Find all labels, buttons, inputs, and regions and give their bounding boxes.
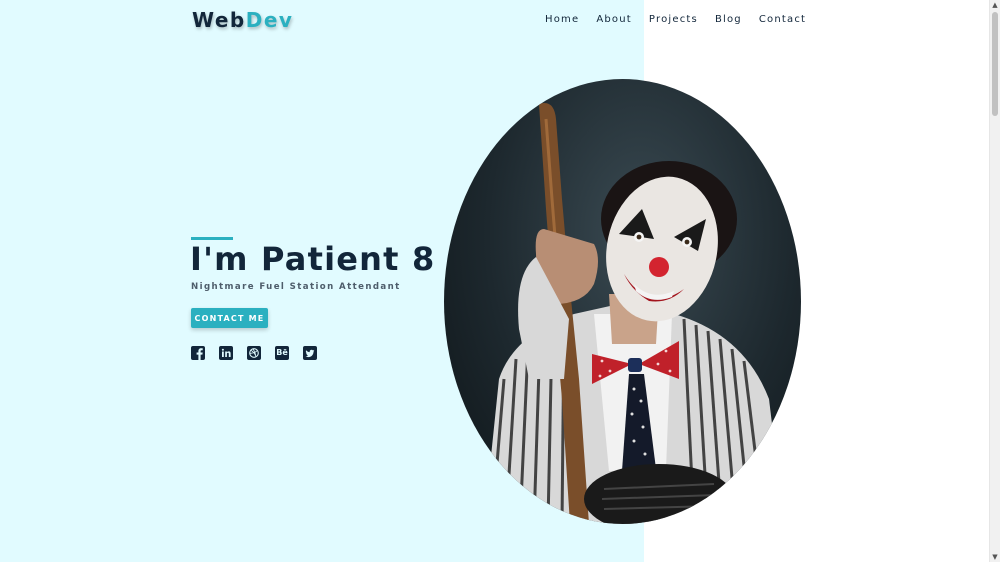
- scroll-down-icon[interactable]: ▼: [990, 552, 1000, 562]
- vertical-scrollbar[interactable]: ▲ ▼: [989, 0, 1000, 562]
- main-nav: Home About Projects Blog Contact: [545, 14, 806, 25]
- nav-blog[interactable]: Blog: [715, 14, 742, 25]
- hero-title: I'm Patient 8: [190, 240, 436, 278]
- brand-logo[interactable]: WebDev: [192, 8, 293, 32]
- scroll-thumb[interactable]: [992, 12, 998, 116]
- nav-about[interactable]: About: [596, 14, 632, 25]
- dribbble-icon[interactable]: [247, 346, 261, 360]
- nav-contact[interactable]: Contact: [759, 14, 806, 25]
- social-links: Bē: [191, 346, 317, 360]
- behance-label: Bē: [276, 348, 288, 357]
- contact-me-button[interactable]: CONTACT ME: [191, 308, 268, 328]
- twitter-icon[interactable]: [303, 346, 317, 360]
- linkedin-icon[interactable]: [219, 346, 233, 360]
- nav-projects[interactable]: Projects: [649, 14, 698, 25]
- scroll-up-icon[interactable]: ▲: [990, 0, 1000, 10]
- hero-subtitle: Nightmare Fuel Station Attendant: [191, 282, 401, 292]
- facebook-icon[interactable]: [191, 346, 205, 360]
- behance-icon[interactable]: Bē: [275, 346, 289, 360]
- brand-logo-part2: Dev: [245, 8, 294, 32]
- nav-home[interactable]: Home: [545, 14, 579, 25]
- brand-logo-part1: Web: [192, 8, 246, 32]
- profile-portrait-image: [444, 79, 801, 524]
